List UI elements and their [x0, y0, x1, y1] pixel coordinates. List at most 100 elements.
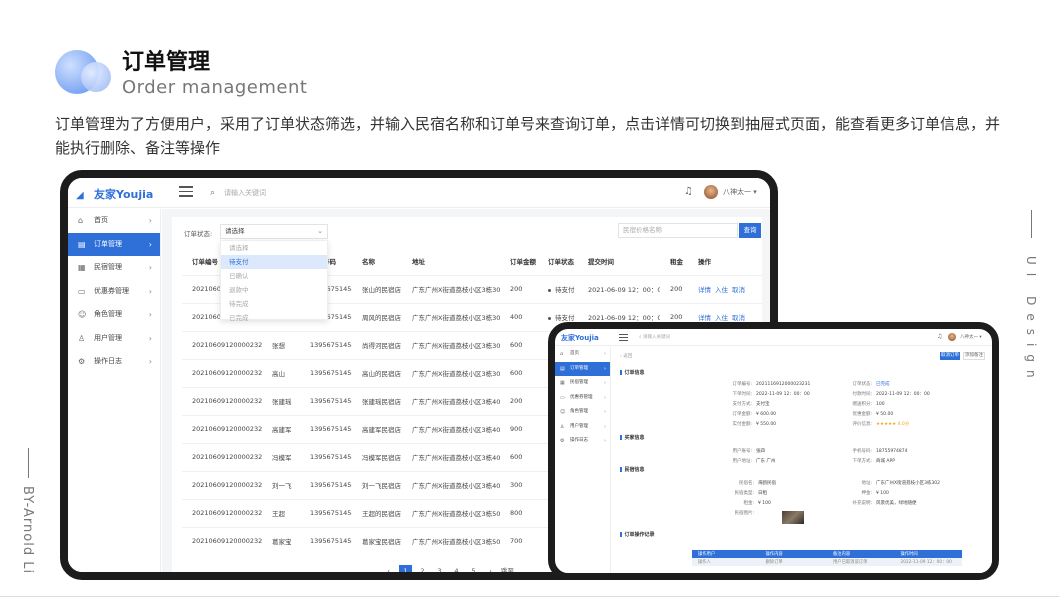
amount-cell: 300 — [500, 470, 538, 499]
action-link[interactable]: 详情 — [698, 314, 711, 322]
page-title: 订单管理 — [122, 50, 211, 75]
search-input[interactable]: ⌕ 请输入关键词 — [208, 184, 308, 202]
address-cell: 广东广州X街道荔枝小区3栋301 — [402, 274, 500, 303]
field-value: 2022-11-09 12：00：00 — [876, 392, 930, 397]
prev-page-button[interactable]: ‹ — [382, 565, 395, 572]
next-page-button[interactable]: › — [484, 565, 497, 572]
homestay-name-cell: 张山的民宿店 — [352, 274, 402, 303]
chevron-right-icon: › — [148, 310, 152, 319]
sidebar-item-label: 订单管理 — [94, 239, 122, 248]
sidebar-item[interactable]: ▦ 民宿管理 › — [68, 256, 160, 280]
coupon-icon: ▭ — [78, 286, 86, 296]
sidebar-item[interactable]: ▭ 优惠券管理 › — [68, 280, 160, 304]
user-menu[interactable]: 八神太一 ▾ — [960, 334, 982, 340]
page-button[interactable]: 5 — [467, 565, 480, 572]
sidebar-item[interactable]: ☺ 角色管理 › — [68, 303, 160, 327]
status-filter-label: 订单状态: — [184, 230, 213, 238]
field-label: 补充说明: — [852, 501, 872, 506]
address-cell: 广东广州X街道荔枝小区3栋404 — [402, 470, 500, 499]
brand[interactable]: 友家Youjia — [561, 333, 599, 343]
homestay-name-input[interactable]: 民宿价格名称 — [618, 223, 738, 238]
address-cell: 广东广州X街道荔枝小区3栋402 — [402, 414, 500, 443]
avatar[interactable] — [948, 333, 956, 341]
amount-cell: 700 — [500, 526, 538, 555]
search-button[interactable]: 查询 — [739, 223, 761, 238]
page-button[interactable]: 3 — [433, 565, 446, 572]
sidebar-item[interactable]: ▤ 订单管理 › — [555, 361, 610, 376]
dropdown-option[interactable]: 待完成 — [221, 297, 327, 311]
slide: 订单管理 Order management 订单管理为了方便用户，采用了订单状态… — [0, 0, 1059, 600]
page-button[interactable]: 1 — [399, 565, 412, 572]
page-description: 订单管理为了方便用户，采用了订单状态筛选，并输入民宿名称和订单号来查询订单，点击… — [55, 115, 1001, 157]
sidebar-item[interactable]: ⚙ 操作日志 › — [68, 350, 160, 374]
sidebar-item[interactable]: ⌂ 首页 › — [68, 209, 160, 233]
sidebar-item-label: 操作日志 — [570, 438, 588, 443]
log-column-header: 备注内容 — [827, 550, 895, 558]
info-field: 赠送积分: 100 — [842, 401, 884, 407]
action-link[interactable]: 详情 — [698, 286, 711, 294]
order-icon: ▤ — [560, 365, 565, 372]
bell-icon[interactable]: ♫ — [684, 186, 693, 197]
field-label: 地址: — [861, 481, 872, 486]
sidebar-item-label: 首页 — [570, 351, 579, 356]
sidebar-item[interactable]: ♙ 用户管理 › — [68, 327, 160, 351]
homestay-name-cell: 高山的民宿店 — [352, 358, 402, 387]
sidebar-item[interactable]: ⌂ 首页 › — [555, 347, 610, 362]
page-button[interactable]: 2 — [416, 565, 429, 572]
homestay-photo[interactable] — [782, 511, 804, 524]
dropdown-option[interactable]: 已完成 — [221, 311, 327, 325]
sidebar-item[interactable]: ⚙ 操作日志 › — [555, 434, 610, 449]
phone-cell: 13956751458 — [300, 442, 352, 471]
action-link[interactable]: 取消 — [732, 314, 745, 322]
status-select[interactable]: 请选择 ⌄ — [220, 224, 328, 239]
sidebar-item[interactable]: ▤ 订单管理 › — [68, 232, 160, 256]
cancel-order-button[interactable]: 取消订单 — [940, 352, 960, 360]
sidebar-item[interactable]: ☺ 角色管理 › — [555, 405, 610, 420]
search-input[interactable]: ⌕ 请输入关键词 — [639, 334, 670, 340]
brand[interactable]: ◢ 友家Youjia — [76, 186, 153, 202]
action-link[interactable]: 入住 — [715, 286, 728, 294]
page-subtitle: Order management — [122, 77, 308, 98]
info-field: 下单时间: 2022-11-09 12：00：00 — [722, 391, 810, 397]
guest-name-cell: 刘一飞 — [262, 470, 300, 499]
sidebar-item[interactable]: ▦ 民宿管理 › — [555, 376, 610, 391]
order-id-cell: 2021060912000023231 — [182, 498, 262, 527]
action-link[interactable]: 入住 — [715, 314, 728, 322]
sidebar-item-label: 民宿管理 — [94, 263, 122, 271]
hamburger-icon[interactable] — [179, 186, 193, 197]
action-link[interactable]: 取消 — [732, 286, 745, 294]
avatar[interactable] — [704, 185, 718, 199]
field-value: 2022-11-09 12：00：00 — [756, 392, 810, 397]
field-value: ¥ 50.00 — [876, 412, 894, 417]
user-menu[interactable]: 八神太一 ▾ — [723, 187, 757, 197]
bell-icon[interactable]: ♫ — [937, 333, 942, 340]
home-icon: ⌂ — [560, 351, 564, 357]
operation-log-table: 操作用户 操作内容 备注内容 操作时间 操作人 删除订单 用户已取消该订单 2022-11-… — [692, 550, 962, 566]
field-label: 民宿类型: — [734, 491, 754, 496]
side-caption-left: BY-Arnold Li — [20, 448, 36, 574]
sidebar-item[interactable]: ♙ 用户管理 › — [555, 420, 610, 435]
section-operation-log: 订单操作记录 — [620, 531, 655, 538]
address-cell: 广东广州X街道荔枝小区3栋302 — [402, 302, 500, 331]
address-cell: 广东广州X街道荔枝小区3栋303 — [402, 330, 500, 359]
field-label: 手机号码: — [852, 449, 872, 454]
dropdown-option[interactable]: 待支付 — [221, 255, 327, 269]
sidebar-item[interactable]: ▭ 优惠券管理 › — [555, 391, 610, 406]
page-button[interactable]: 4 — [450, 565, 463, 572]
hamburger-icon[interactable] — [619, 334, 628, 341]
column-header: 提交时间 — [588, 257, 614, 266]
dropdown-option[interactable]: 已确认 — [221, 269, 327, 283]
field-label: 下单方式: — [852, 459, 872, 464]
field-value: 广东 广州 — [756, 459, 776, 464]
field-value: 广东广州X街道荔枝小区3栋302 — [876, 481, 941, 486]
dropdown-option[interactable]: 请选择 — [221, 241, 327, 255]
homestay-name-cell: 高建军民宿店 — [352, 414, 402, 443]
dropdown-option[interactable]: 退款中 — [221, 283, 327, 297]
add-note-button[interactable]: 添加备注 — [963, 352, 985, 360]
chevron-right-icon: › — [604, 365, 606, 372]
homestay-name-cell: 冯模军民宿店 — [352, 442, 402, 471]
field-label: 评价信息: — [852, 422, 872, 427]
back-link[interactable]: ‹ 返回 — [620, 353, 632, 359]
field-label: 下单时间: — [732, 392, 752, 397]
column-header: 地址 — [412, 257, 425, 266]
